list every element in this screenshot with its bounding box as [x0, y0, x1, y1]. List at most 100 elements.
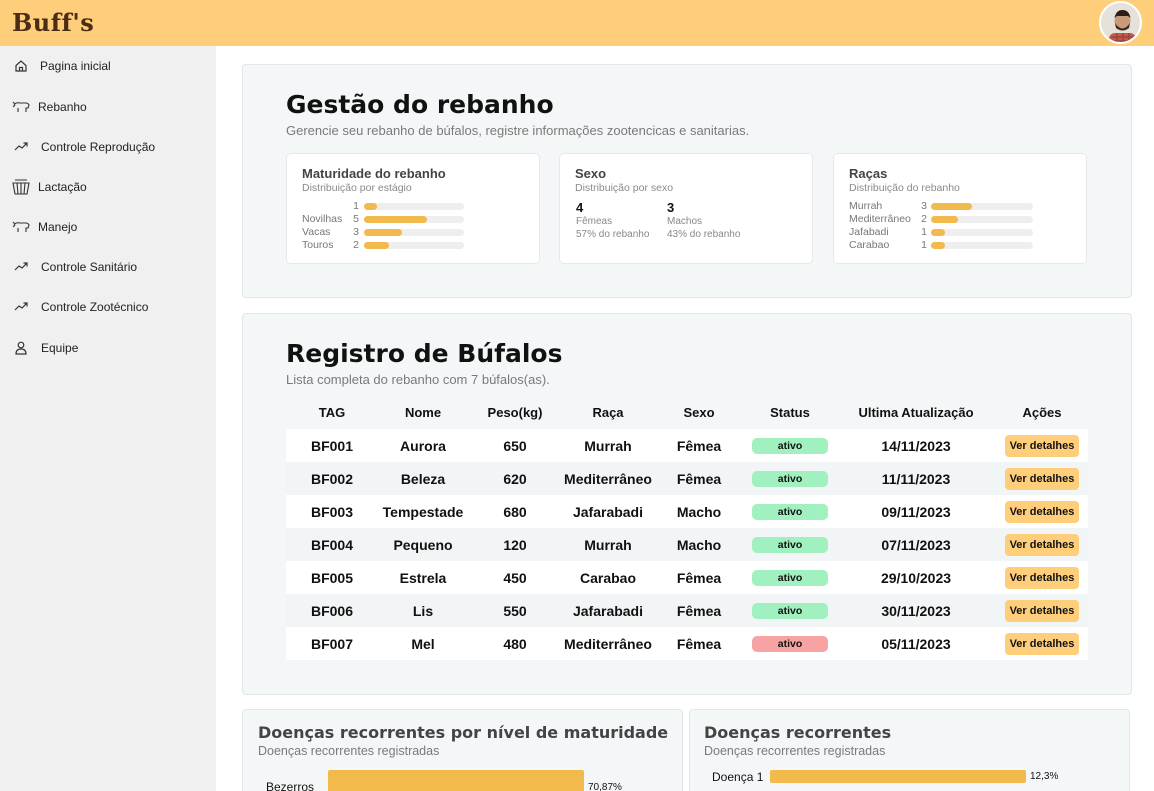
status-badge: ativo — [752, 569, 828, 586]
cell-status: ativo — [744, 561, 836, 594]
sidebar-item-controle-sanitario[interactable]: Controle Sanitário — [0, 253, 216, 281]
avatar[interactable] — [1099, 1, 1142, 44]
sidebar-item-label: Rebanho — [38, 100, 87, 114]
column-header: Ultima Atualização — [858, 405, 974, 420]
sidebar-item-label: Equipe — [41, 341, 79, 355]
sidebar-item-label: Manejo — [38, 220, 78, 234]
view-details-button[interactable]: Ver detalhes — [1004, 632, 1080, 655]
cell-tag: BF002 — [310, 470, 354, 487]
sidebar-item-pagina-inicial[interactable]: Pagina inicial — [0, 52, 216, 80]
cell-status: ativo — [744, 495, 836, 528]
cell-actions: Ver detalhes — [996, 627, 1088, 660]
sidebar-item-label: Lactação — [38, 180, 87, 194]
cell-status: ativo — [744, 462, 836, 495]
page-subtitle: Gerencie seu rebanho de búfalos, registr… — [286, 123, 750, 138]
bar-label: Vacas — [302, 226, 331, 238]
column-header: Peso(kg) — [487, 405, 543, 420]
user-icon — [12, 339, 30, 357]
disease-recurrent-title: Doenças recorrentes — [704, 723, 892, 742]
cell-name: Lis — [412, 602, 434, 619]
cell-tag: BF001 — [310, 437, 354, 454]
bar-fill — [364, 242, 389, 249]
logo[interactable]: Buff's — [12, 8, 94, 37]
cell-weight: 550 — [503, 602, 527, 619]
bar-row: Carabao 1 — [834, 239, 1088, 252]
cell-breed: Jafarabadi — [572, 602, 644, 619]
table-row: BF004 Pequeno 120 Murrah Macho ativo 07/11/202… — [286, 528, 1088, 561]
view-details-button[interactable]: Ver detalhes — [1004, 500, 1080, 523]
female-label: Fêmeas — [576, 216, 613, 227]
sidebar-item-manejo[interactable]: Manejo — [0, 213, 216, 241]
bar-count: 3 — [921, 200, 927, 212]
bar-count: 5 — [353, 213, 359, 225]
trend-icon — [12, 138, 30, 156]
sidebar-item-equipe[interactable]: Equipe — [0, 334, 216, 362]
cell-weight: 120 — [503, 536, 527, 553]
cell-name: Tempestade — [382, 503, 464, 520]
cell-actions: Ver detalhes — [996, 429, 1088, 462]
sex-subtitle: Distribuição por sexo — [575, 182, 674, 194]
view-details-button[interactable]: Ver detalhes — [1004, 467, 1080, 490]
bar-row: Jafabadi 1 — [834, 226, 1088, 239]
cell-sex: Fêmea — [676, 437, 722, 454]
bar-fill — [931, 229, 945, 236]
bar-fill — [931, 242, 945, 249]
bar-label: Touros — [302, 239, 334, 251]
breeds-subtitle: Distribuição do rebanho — [849, 182, 960, 194]
sidebar-item-label: Controle Sanitário — [41, 260, 138, 274]
buffalo-icon — [12, 98, 30, 116]
bar-track — [931, 229, 1033, 236]
sidebar-item-controle-zootecnico[interactable]: Controle Zootécnico — [0, 293, 216, 321]
chart-value-label: 12,3% — [1030, 771, 1059, 782]
cell-updated: 09/11/2023 — [881, 503, 951, 520]
cell-weight: 650 — [503, 437, 527, 454]
registry-subtitle: Lista completa do rebanho com 7 búfalos(… — [286, 372, 550, 387]
trend-icon — [12, 298, 30, 316]
top-bar: Buff's — [0, 0, 1154, 46]
sidebar-item-label: Controle Zootécnico — [41, 300, 149, 314]
cell-actions: Ver detalhes — [996, 594, 1088, 627]
bar-label: Mediterrâneo — [849, 213, 911, 225]
cell-actions: Ver detalhes — [996, 561, 1088, 594]
cell-sex: Fêmea — [676, 602, 722, 619]
view-details-button[interactable]: Ver detalhes — [1004, 599, 1080, 622]
column-header: Ações — [1022, 405, 1062, 420]
cell-tag: BF005 — [310, 569, 354, 586]
cell-breed: Murrah — [584, 437, 632, 454]
column-header: Status — [770, 405, 810, 420]
view-details-button[interactable]: Ver detalhes — [1004, 533, 1080, 556]
cell-breed: Mediterrâneo — [564, 635, 652, 652]
table-row: BF001 Aurora 650 Murrah Fêmea ativo 14/11/2023… — [286, 429, 1088, 462]
status-badge: ativo — [752, 635, 828, 652]
cell-breed: Mediterrâneo — [564, 470, 652, 487]
bar-count: 1 — [921, 239, 927, 251]
cell-tag: BF003 — [310, 503, 354, 520]
bar-track — [364, 229, 464, 236]
bar-fill — [364, 229, 402, 236]
buffalo-icon — [12, 218, 30, 236]
bar-row: Novilhas 5 — [287, 213, 541, 226]
male-percent: 43% do rebanho — [667, 229, 741, 240]
cell-breed: Murrah — [584, 536, 632, 553]
bar-track — [931, 242, 1033, 249]
column-header: Raça — [592, 405, 624, 420]
column-header: TAG — [318, 405, 346, 420]
cell-name: Aurora — [400, 437, 446, 454]
cell-tag: BF004 — [310, 536, 354, 553]
breeds-card: Raças Distribuição do rebanho Murrah 3 Med… — [833, 153, 1087, 264]
sidebar-item-rebanho[interactable]: Rebanho — [0, 93, 216, 121]
view-details-button[interactable]: Ver detalhes — [1004, 566, 1080, 589]
table-row: BF006 Lis 550 Jafarabadi Fêmea ativo 30/11/202… — [286, 594, 1088, 627]
registry-title: Registro de Búfalos — [286, 339, 563, 368]
view-details-button[interactable]: Ver detalhes — [1004, 434, 1080, 457]
cell-sex: Fêmea — [676, 569, 722, 586]
sidebar-item-controle-reproducao[interactable]: Controle Reprodução — [0, 133, 216, 161]
cell-updated: 14/11/2023 — [881, 437, 951, 454]
sidebar-item-lactacao[interactable]: Lactação — [0, 173, 216, 201]
sidebar: Pagina inicial Rebanho Controle Reproduç… — [0, 46, 216, 791]
bar-fill — [364, 216, 427, 223]
cell-tag: BF006 — [310, 602, 354, 619]
bar-row: 1 — [287, 200, 541, 213]
bar-label: Jafabadi — [849, 226, 889, 238]
cell-actions: Ver detalhes — [996, 528, 1088, 561]
